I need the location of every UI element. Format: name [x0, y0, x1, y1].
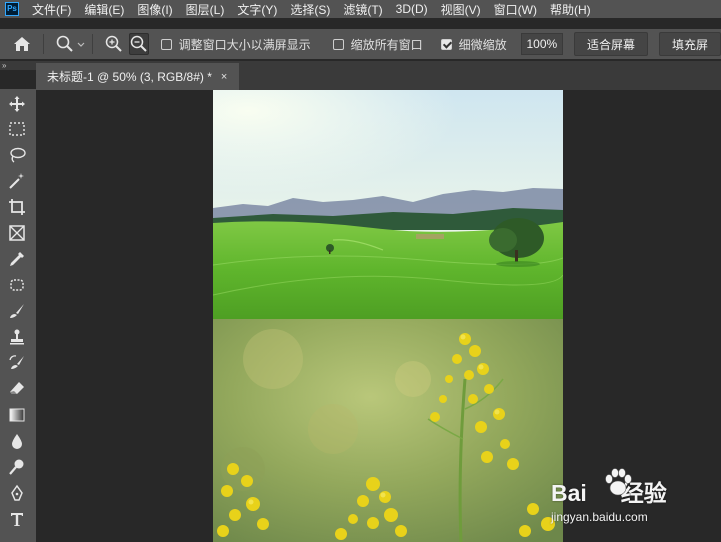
resize-windows-check-icon[interactable] — [160, 38, 172, 50]
menu-image[interactable]: 图像(I) — [137, 1, 172, 18]
gradient-tool-icon[interactable] — [6, 404, 28, 426]
resize-windows-checkbox[interactable]: 调整窗口大小以满屏显示 — [160, 36, 311, 53]
tools-panel — [0, 89, 36, 542]
menu-bar: Ps 文件(F) 编辑(E) 图像(I) 图层(L) 文字(Y) 选择(S) 滤… — [0, 0, 721, 18]
document-tab-title: 未标题-1 @ 50% (3, RGB/8#) * — [47, 70, 212, 84]
fill-screen-button[interactable]: 填充屏 — [659, 32, 721, 56]
menu-filter[interactable]: 滤镜(T) — [343, 1, 382, 18]
move-tool-icon[interactable] — [6, 93, 28, 115]
menu-3d[interactable]: 3D(D) — [396, 2, 428, 16]
zoom-all-windows-checkbox[interactable]: 缩放所有窗口 — [332, 36, 423, 53]
brush-tool-icon[interactable] — [6, 300, 28, 322]
crop-tool-icon[interactable] — [6, 196, 28, 218]
menu-type[interactable]: 文字(Y) — [237, 1, 277, 18]
lasso-tool-icon[interactable] — [6, 144, 28, 166]
menu-file[interactable]: 文件(F) — [32, 1, 71, 18]
zoom-all-check-icon[interactable] — [332, 38, 344, 50]
baidu-paw-icon — [605, 468, 632, 496]
menu-window[interactable]: 窗口(W) — [494, 1, 537, 18]
zoom-all-windows-label: 缩放所有窗口 — [350, 37, 423, 52]
type-tool-icon[interactable] — [6, 508, 28, 530]
healing-brush-tool-icon[interactable] — [6, 274, 28, 296]
frame-tool-icon[interactable] — [6, 222, 28, 244]
baidu-jingyan-watermark: Bai 经验 jingyan.baidu.com — [551, 466, 701, 526]
document-tab[interactable]: 未标题-1 @ 50% (3, RGB/8#) * × — [36, 63, 239, 90]
menu-help[interactable]: 帮助(H) — [550, 1, 591, 18]
document-tab-bar: 未标题-1 @ 50% (3, RGB/8#) * × — [36, 61, 721, 90]
eyedropper-tool-icon[interactable] — [6, 248, 28, 270]
marquee-tool-icon[interactable] — [6, 118, 28, 140]
menu-edit[interactable]: 编辑(E) — [84, 1, 124, 18]
landscape-photo — [213, 90, 563, 319]
clone-stamp-tool-icon[interactable] — [6, 326, 28, 348]
scrubby-zoom-check-icon[interactable] — [440, 38, 452, 50]
close-icon[interactable]: × — [221, 71, 227, 83]
toolbar-collapse-toggle[interactable]: » — [0, 61, 36, 70]
watermark-url: jingyan.baidu.com — [551, 510, 648, 524]
history-brush-tool-icon[interactable] — [6, 352, 28, 374]
options-bar: 调整窗口大小以满屏显示 缩放所有窗口 细微缩放 100% 适合屏幕 填充屏 — [0, 29, 721, 59]
zoom-tool-preset-icon[interactable] — [56, 35, 86, 53]
document-canvas[interactable] — [213, 90, 563, 542]
blur-tool-icon[interactable] — [6, 430, 28, 452]
scrubby-zoom-checkbox[interactable]: 细微缩放 — [440, 36, 507, 53]
eraser-tool-icon[interactable] — [6, 378, 28, 400]
zoom-out-icon[interactable] — [128, 33, 149, 55]
menu-select[interactable]: 选择(S) — [290, 1, 330, 18]
scrubby-zoom-label: 细微缩放 — [458, 37, 507, 52]
zoom-in-icon[interactable] — [105, 33, 123, 55]
magic-wand-tool-icon[interactable] — [6, 170, 28, 192]
pen-tool-icon[interactable] — [6, 482, 28, 504]
home-icon[interactable] — [13, 34, 31, 54]
fit-screen-button[interactable]: 适合屏幕 — [573, 32, 648, 56]
photoshop-logo-icon[interactable]: Ps — [5, 2, 19, 16]
zoom-percentage-field[interactable]: 100% — [520, 33, 563, 55]
resize-windows-label: 调整窗口大小以满屏显示 — [178, 37, 311, 52]
menu-view[interactable]: 视图(V) — [441, 1, 481, 18]
rapeseed-flowers-photo — [213, 319, 563, 542]
menu-layer[interactable]: 图层(L) — [186, 1, 225, 18]
dodge-tool-icon[interactable] — [6, 456, 28, 478]
